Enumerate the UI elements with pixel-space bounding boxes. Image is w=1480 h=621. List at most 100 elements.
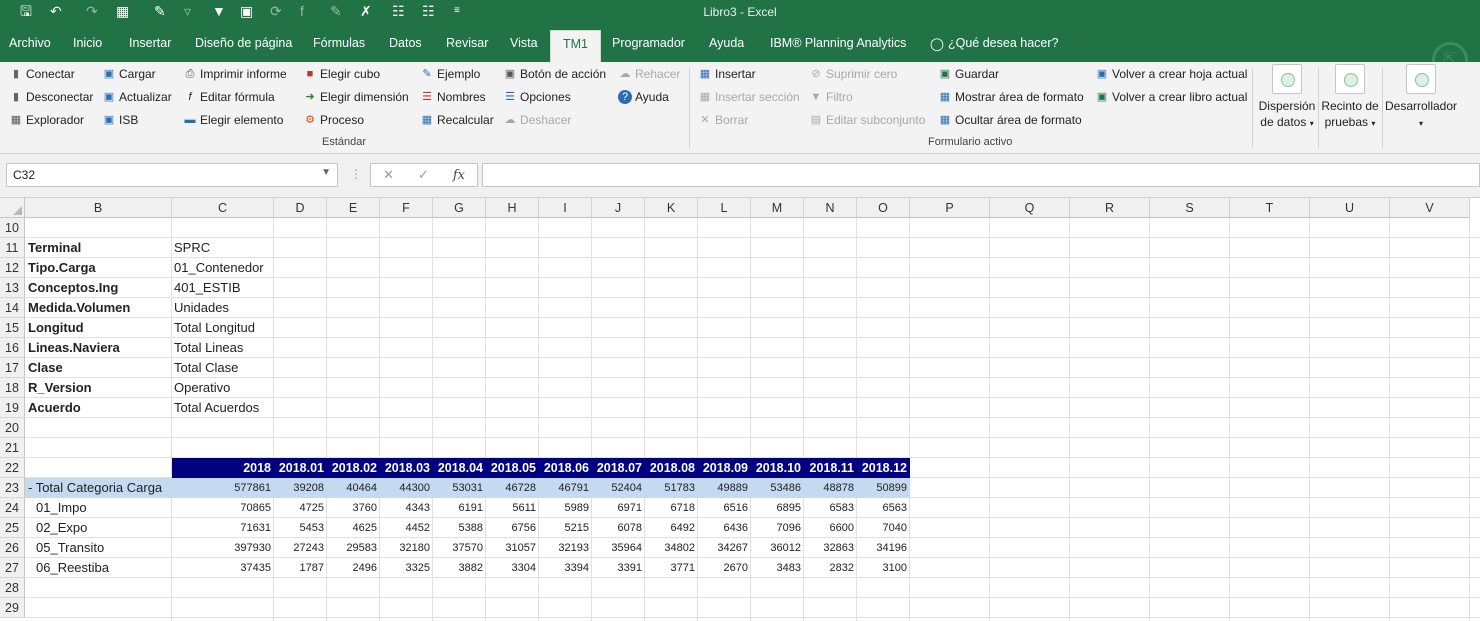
table-cell[interactable]: 6756 [486, 518, 539, 538]
table-row-label[interactable]: 01_Impo [36, 498, 87, 518]
column-header-v[interactable]: V [1390, 198, 1470, 218]
table-cell[interactable]: 3325 [380, 558, 433, 578]
tell-me-search[interactable]: ¿Qué desea hacer? [948, 36, 1059, 50]
elegir-cubo-button[interactable]: ■ Elegir cubo [303, 64, 380, 84]
table-cell[interactable]: 5215 [539, 518, 592, 538]
row-header-10[interactable]: 10 [0, 218, 25, 238]
name-box[interactable]: C32 ▼ [6, 163, 338, 187]
table-cell[interactable]: 53486 [751, 478, 804, 498]
column-header-f[interactable]: F [380, 198, 433, 218]
table-cell[interactable]: 44300 [380, 478, 433, 498]
volver-crear-libro-button[interactable]: ▣ Volver a crear libro actual [1095, 87, 1248, 107]
table-row-label[interactable]: 05_Transito [36, 538, 104, 558]
column-header-i[interactable]: I [539, 198, 592, 218]
elegir-dimension-button[interactable]: ➜ Elegir dimensión [303, 87, 408, 107]
column-header-l[interactable]: L [698, 198, 751, 218]
param-value[interactable]: Unidades [174, 298, 229, 318]
table-column-header[interactable]: 2018.11 [804, 458, 857, 478]
table-column-header[interactable]: 2018.09 [698, 458, 751, 478]
explorador-button[interactable]: ▦ Explorador [9, 110, 84, 130]
table-cell[interactable]: 4725 [274, 498, 327, 518]
select-all-button[interactable] [0, 198, 25, 218]
param-value[interactable]: Total Lineas [174, 338, 243, 358]
row-header-27[interactable]: 27 [0, 558, 25, 578]
param-value[interactable]: 01_Contenedor [174, 258, 264, 278]
table-cell[interactable]: 46728 [486, 478, 539, 498]
desarrollador-button[interactable]: Desarrollador ▾ [1384, 64, 1458, 132]
column-header-o[interactable]: O [857, 198, 910, 218]
table-cell[interactable]: 5989 [539, 498, 592, 518]
table-cell[interactable]: 6563 [857, 498, 910, 518]
column-header-s[interactable]: S [1150, 198, 1230, 218]
table-column-header[interactable]: 2018.08 [645, 458, 698, 478]
table-cell[interactable]: 7096 [751, 518, 804, 538]
table-cell[interactable]: 3100 [857, 558, 910, 578]
table-column-header[interactable]: 2018.02 [327, 458, 380, 478]
recinto-pruebas-button[interactable]: Recinto de pruebas ▾ [1321, 64, 1379, 132]
row-header-13[interactable]: 13 [0, 278, 25, 298]
table-cell[interactable]: 29583 [327, 538, 380, 558]
volver-crear-hoja-button[interactable]: ▣ Volver a crear hoja actual [1095, 64, 1248, 84]
row-header-16[interactable]: 16 [0, 338, 25, 358]
row-header-23[interactable]: 23 [0, 478, 25, 498]
table-column-header[interactable]: 2018 [172, 458, 274, 478]
table-cell[interactable]: 2496 [327, 558, 380, 578]
table-cell[interactable]: 6191 [433, 498, 486, 518]
table-cell[interactable]: 3394 [539, 558, 592, 578]
param-value[interactable]: Operativo [174, 378, 230, 398]
table-cell[interactable]: 35964 [592, 538, 645, 558]
column-header-m[interactable]: M [751, 198, 804, 218]
table-cell[interactable]: 577861 [172, 478, 274, 498]
column-header-n[interactable]: N [804, 198, 857, 218]
table-cell[interactable]: 4343 [380, 498, 433, 518]
nombres-button[interactable]: ☰ Nombres [420, 87, 486, 107]
column-header-b[interactable]: B [25, 198, 172, 218]
table-cell[interactable]: 7040 [857, 518, 910, 538]
param-label[interactable]: Lineas.Naviera [28, 338, 120, 358]
imprimir-informe-button[interactable]: ⎙ Imprimir informe [183, 64, 287, 84]
table-column-header[interactable]: 2018.10 [751, 458, 804, 478]
editar-subconjunto-button[interactable]: ▤ Editar subconjunto [809, 110, 926, 130]
param-label[interactable]: Acuerdo [28, 398, 81, 418]
table-cell[interactable]: 27243 [274, 538, 327, 558]
param-label[interactable]: R_Version [28, 378, 92, 398]
worksheet-grid[interactable]: BCDEFGHIJKLMNOPQRSTUV 10 11 12 13 14 15 16 17 18… [0, 198, 1480, 621]
desconectar-button[interactable]: ▮ Desconectar [9, 87, 93, 107]
table-cell[interactable]: 52404 [592, 478, 645, 498]
actualizar-button[interactable]: ▣ Actualizar [102, 87, 172, 107]
opciones-button[interactable]: ☰ Opciones [503, 87, 571, 107]
cargar-button[interactable]: ▣ Cargar [102, 64, 156, 84]
deshacer-button[interactable]: ☁ Deshacer [503, 110, 572, 130]
param-label[interactable]: Tipo.Carga [28, 258, 96, 278]
row-header-28[interactable]: 28 [0, 578, 25, 598]
param-label[interactable]: Longitud [28, 318, 84, 338]
enter-icon[interactable]: ✓ [418, 167, 429, 183]
table-cell[interactable]: 5388 [433, 518, 486, 538]
table-cell[interactable]: 6436 [698, 518, 751, 538]
tab-datos[interactable]: Datos [389, 36, 422, 50]
table-cell[interactable]: 3304 [486, 558, 539, 578]
column-header-q[interactable]: Q [990, 198, 1070, 218]
table-cell[interactable]: 3882 [433, 558, 486, 578]
row-header-26[interactable]: 26 [0, 538, 25, 558]
param-value[interactable]: Total Acuerdos [174, 398, 259, 418]
row-header-22[interactable]: 22 [0, 458, 25, 478]
table-cell[interactable]: 4452 [380, 518, 433, 538]
param-label[interactable]: Conceptos.Ing [28, 278, 118, 298]
table-cell[interactable]: 39208 [274, 478, 327, 498]
table-cell[interactable]: 6718 [645, 498, 698, 518]
tab-inicio[interactable]: Inicio [73, 36, 102, 50]
row-header-12[interactable]: 12 [0, 258, 25, 278]
param-label[interactable]: Terminal [28, 238, 81, 258]
table-cell[interactable]: 32863 [804, 538, 857, 558]
cancel-icon[interactable]: ✕ [383, 167, 394, 183]
table-column-header[interactable]: 2018.07 [592, 458, 645, 478]
table-cell[interactable]: 51783 [645, 478, 698, 498]
row-header-18[interactable]: 18 [0, 378, 25, 398]
column-header-p[interactable]: P [910, 198, 990, 218]
row-header-20[interactable]: 20 [0, 418, 25, 438]
tab-tm1[interactable]: TM1 [550, 30, 601, 62]
table-column-header[interactable]: 2018.05 [486, 458, 539, 478]
table-column-header[interactable]: 2018.06 [539, 458, 592, 478]
column-header-c[interactable]: C [172, 198, 274, 218]
